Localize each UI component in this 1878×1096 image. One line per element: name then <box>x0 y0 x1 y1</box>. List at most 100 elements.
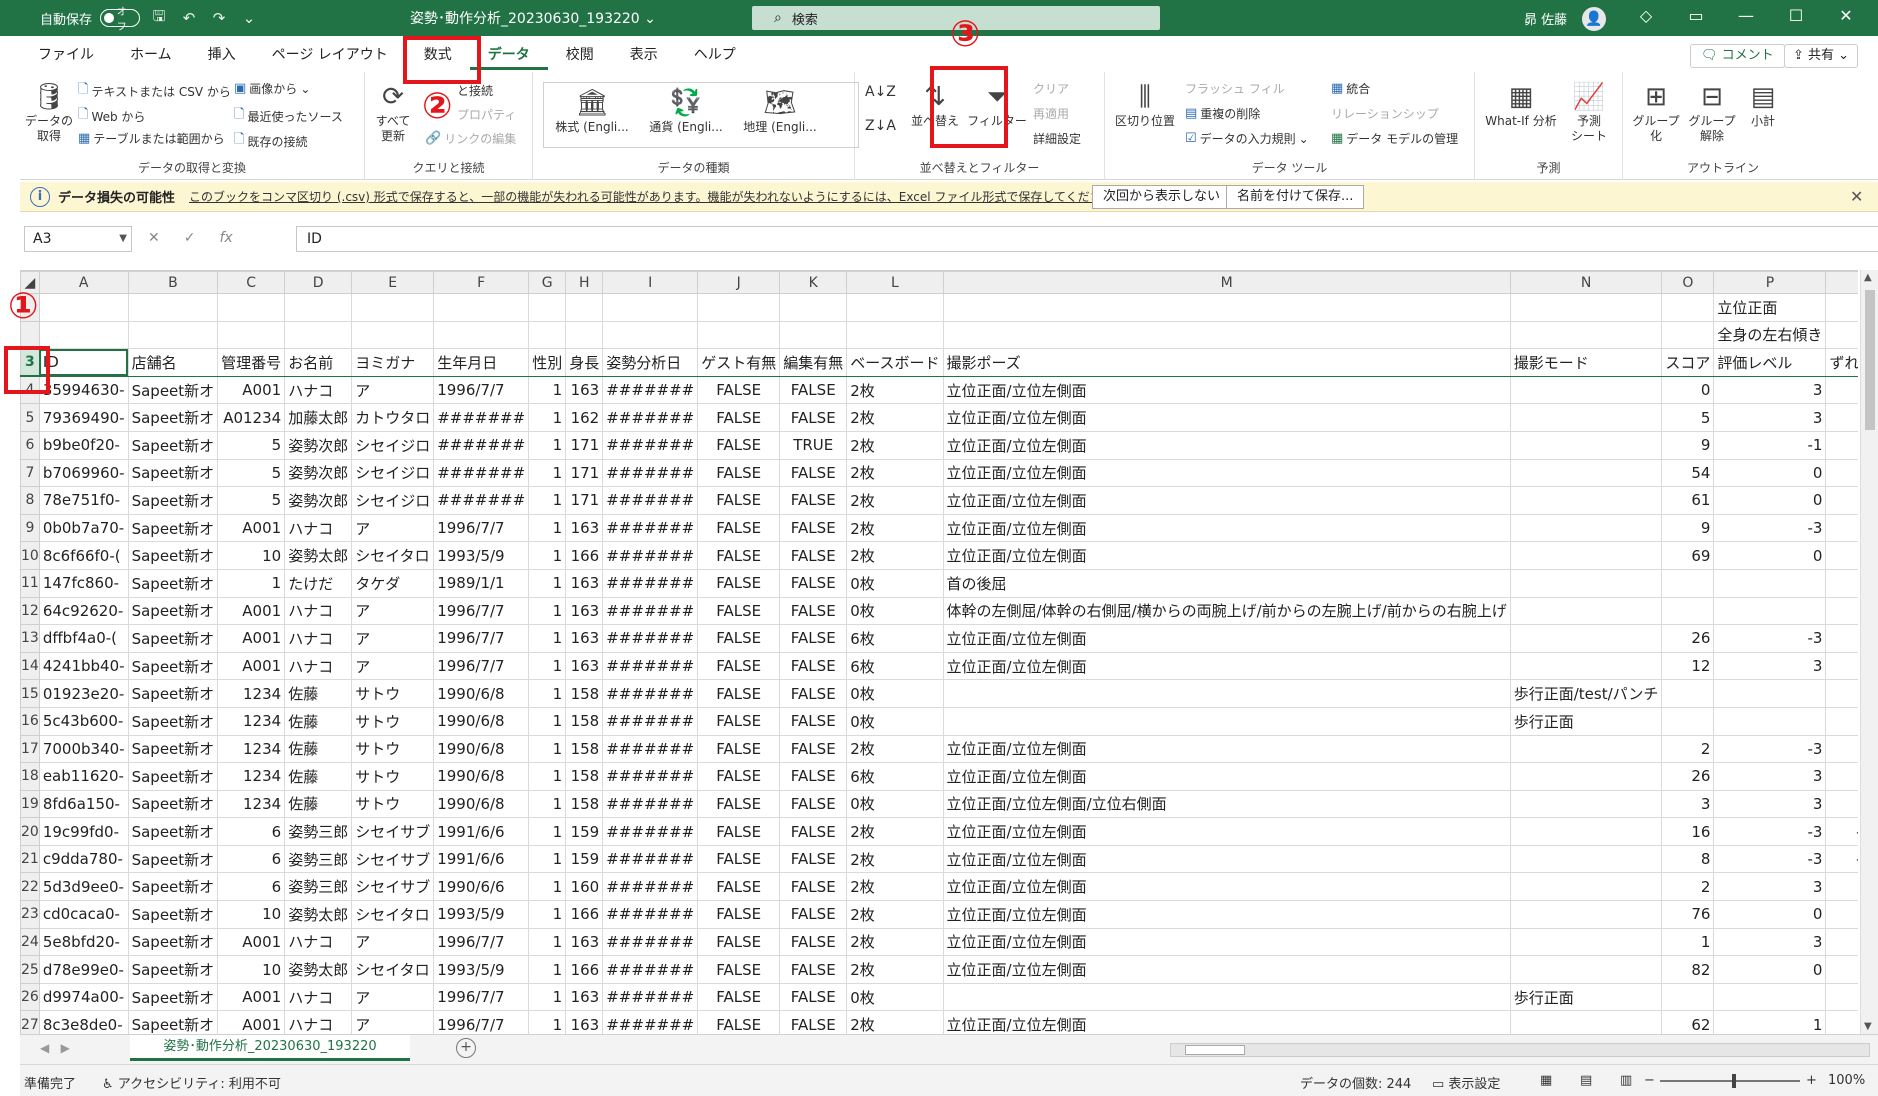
row-header[interactable]: 5 <box>20 403 40 432</box>
filter-button[interactable]: ⏷ フィルター <box>965 80 1029 129</box>
cell[interactable] <box>1825 706 1858 736</box>
cell[interactable]: FALSE <box>779 900 848 929</box>
zoom-level[interactable]: 100% <box>1828 1073 1865 1088</box>
cell[interactable]: 3 <box>1713 375 1827 405</box>
cell[interactable]: 5e8bfd20- <box>38 927 129 957</box>
cell[interactable]: 3 <box>1713 872 1827 902</box>
cell[interactable]: ア <box>351 596 435 626</box>
row-header[interactable]: 23 <box>20 900 40 929</box>
page-break-view-icon[interactable]: ▥ <box>1620 1073 1632 1088</box>
cell[interactable] <box>1509 568 1663 598</box>
cell[interactable]: FALSE <box>779 651 848 681</box>
cell[interactable] <box>1509 927 1663 957</box>
row-header[interactable]: 25 <box>20 955 40 984</box>
row-header[interactable]: 9 <box>20 513 40 543</box>
cell[interactable]: 142.3 <box>1825 872 1858 902</box>
cell[interactable]: FALSE <box>779 872 848 902</box>
cell[interactable]: シセイジロ <box>351 486 435 515</box>
cell[interactable]: 163 <box>565 596 604 626</box>
cell[interactable]: 1 <box>528 541 567 570</box>
cell[interactable]: FALSE <box>779 596 848 626</box>
cell[interactable]: 立位正面/立位左側面 <box>942 375 1511 405</box>
cell[interactable]: ####### <box>602 568 699 598</box>
close-icon[interactable]: ✕ <box>1850 187 1863 206</box>
cell[interactable] <box>1825 679 1858 708</box>
cell[interactable] <box>217 293 286 322</box>
cell[interactable]: 姿勢次郎 <box>284 486 353 515</box>
document-title[interactable]: 姿勢･動作分析_20230630_193220 ⌄ <box>410 8 656 28</box>
cell[interactable]: FALSE <box>697 375 781 405</box>
cell[interactable]: 78e751f0- <box>38 486 129 515</box>
cell[interactable] <box>942 982 1511 1012</box>
cell[interactable]: 3 <box>1713 651 1827 681</box>
cell[interactable]: ####### <box>602 762 699 791</box>
cell[interactable]: 6 <box>217 817 286 846</box>
cell[interactable]: ####### <box>602 624 699 653</box>
cell[interactable]: FALSE <box>779 955 848 984</box>
cell[interactable]: 立位正面/立位左側面 <box>942 624 1511 653</box>
cell[interactable]: -1 <box>1713 430 1827 460</box>
cell[interactable]: 1993/5/9 <box>433 541 530 570</box>
cell[interactable]: ####### <box>433 403 530 432</box>
cell[interactable]: Sapeet新オ <box>127 624 219 653</box>
cell[interactable]: -142.2 <box>1825 844 1858 874</box>
cell[interactable]: 0.2 <box>1825 486 1858 515</box>
cell[interactable]: 1990/6/6 <box>433 872 530 902</box>
cell[interactable]: ヨミガナ <box>351 348 435 377</box>
cell[interactable] <box>1825 293 1858 322</box>
cell[interactable]: 体幹の左側屈/体幹の右側屈/横からの両腕上げ/前からの左腕上げ/前からの右腕上げ <box>942 596 1511 626</box>
cell[interactable]: シセイタロ <box>351 955 435 984</box>
row-header[interactable]: 11 <box>20 568 40 598</box>
cell[interactable]: 0枚 <box>846 789 944 819</box>
cell[interactable]: ####### <box>602 872 699 902</box>
cell[interactable]: Sapeet新オ <box>127 375 219 405</box>
cell[interactable]: ####### <box>602 817 699 846</box>
column-header-i[interactable]: I <box>602 271 699 294</box>
display-settings[interactable]: ▭ 表示設定 <box>1432 1073 1500 1092</box>
cell-table[interactable]: ◢ABCDEFGHIJKLMNOPQRSTUVW 立位正面全身の左右傾き上半身の… <box>20 271 1858 1034</box>
cell[interactable]: 佐藤 <box>284 679 353 708</box>
cell[interactable]: 8 <box>1661 844 1715 874</box>
cell[interactable]: FALSE <box>697 596 781 626</box>
zoom-slider[interactable] <box>1660 1080 1800 1082</box>
cell[interactable]: 2枚 <box>846 375 944 405</box>
sheet-tab-active[interactable]: 姿勢･動作分析_20230630_193220 <box>130 1035 410 1061</box>
cell[interactable]: FALSE <box>697 568 781 598</box>
cell[interactable]: 166 <box>565 541 604 570</box>
cell[interactable]: 立位正面/立位左側面 <box>942 541 1511 570</box>
cell[interactable]: 2枚 <box>846 817 944 846</box>
cell[interactable]: ア <box>351 624 435 653</box>
cell[interactable] <box>1661 320 1715 350</box>
cell[interactable]: 1996/7/7 <box>433 651 530 681</box>
function-icon[interactable]: fx <box>219 230 232 246</box>
cell[interactable]: 158 <box>565 679 604 708</box>
cell[interactable] <box>1713 568 1827 598</box>
cell[interactable]: -68.2 <box>1825 624 1858 653</box>
row-header[interactable]: 24 <box>20 927 40 957</box>
cell[interactable]: 69 <box>1661 541 1715 570</box>
cell[interactable]: -0.6 <box>1825 430 1858 460</box>
cell[interactable]: 1990/6/8 <box>433 762 530 791</box>
advanced-filter-button[interactable]: 詳細設定 <box>1033 130 1081 147</box>
cell[interactable]: 立位正面/立位左側面 <box>942 430 1511 460</box>
cell[interactable]: 評価レベル <box>1713 348 1827 377</box>
cell[interactable]: A001 <box>217 513 286 543</box>
cell[interactable]: 1 <box>528 1010 567 1034</box>
cell[interactable]: 166 <box>565 900 604 929</box>
cell[interactable] <box>1825 982 1858 1012</box>
cell[interactable]: 1 <box>217 568 286 598</box>
group-button[interactable]: ⊞ グループ 化 <box>1629 80 1683 144</box>
cell[interactable]: ####### <box>602 734 699 764</box>
cell[interactable]: 1990/6/8 <box>433 706 530 736</box>
cell[interactable]: ####### <box>602 375 699 405</box>
cell[interactable] <box>1509 762 1663 791</box>
cell[interactable]: 1 <box>528 734 567 764</box>
row-header[interactable]: 17 <box>20 734 40 764</box>
cell[interactable]: FALSE <box>697 817 781 846</box>
cell[interactable]: 1234 <box>217 706 286 736</box>
cell[interactable]: dffbf4a0-( <box>38 624 129 653</box>
cell[interactable]: FALSE <box>779 568 848 598</box>
cell[interactable] <box>1509 541 1663 570</box>
cell[interactable]: b9be0f20- <box>38 430 129 460</box>
cell[interactable]: 0枚 <box>846 568 944 598</box>
